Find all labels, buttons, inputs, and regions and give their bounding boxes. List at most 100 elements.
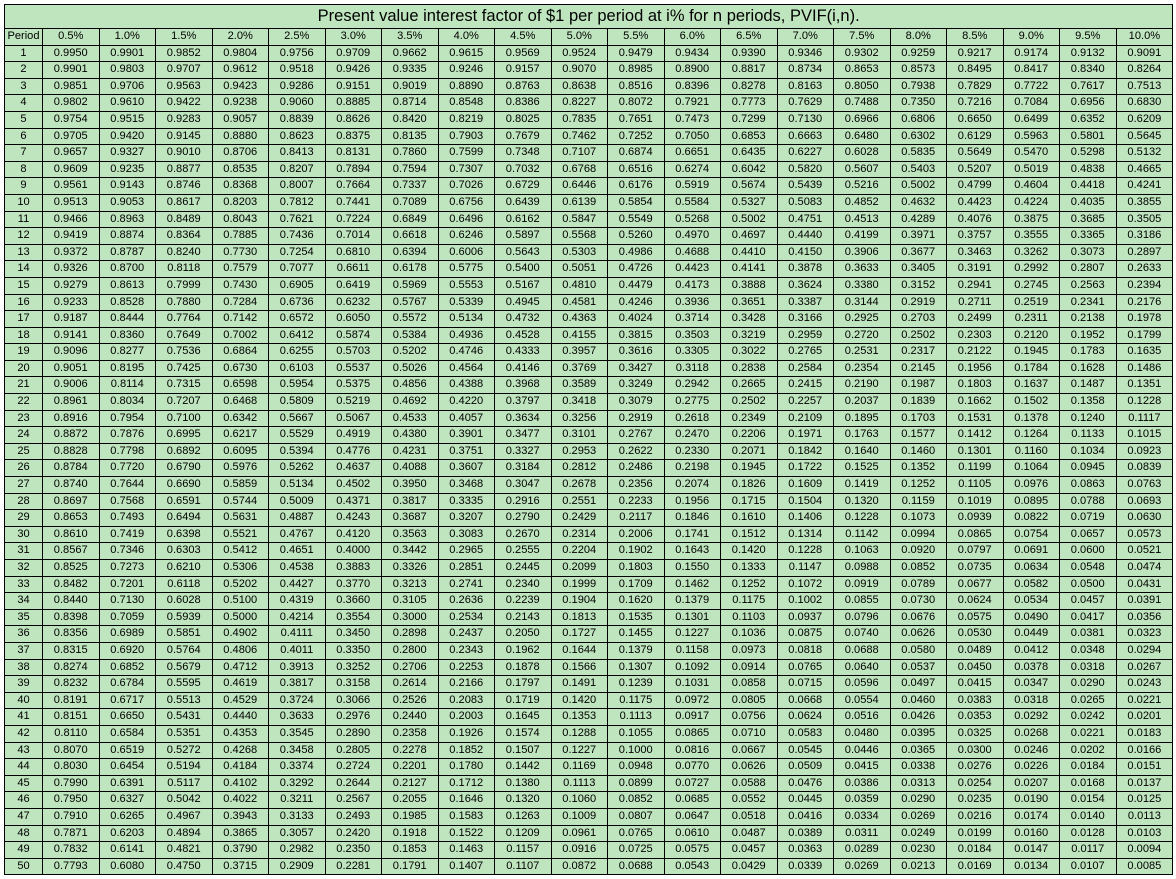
period-cell: 33: [5, 576, 43, 593]
value-cell: 0.3219: [721, 327, 778, 344]
value-cell: 0.1000: [608, 742, 665, 759]
value-cell: 0.2670: [495, 526, 552, 543]
value-cell: 0.2812: [551, 460, 608, 477]
value-cell: 0.0763: [1116, 477, 1173, 494]
value-cell: 0.1566: [551, 659, 608, 676]
value-cell: 0.5667: [269, 410, 326, 427]
value-cell: 0.1159: [890, 493, 947, 510]
value-cell: 0.1063: [834, 543, 891, 560]
value-cell: 0.5384: [382, 327, 439, 344]
value-cell: 0.1971: [777, 427, 834, 444]
value-cell: 0.1640: [834, 443, 891, 460]
value-cell: 0.8734: [777, 62, 834, 79]
value-cell: 0.1358: [1060, 394, 1117, 411]
value-cell: 0.6178: [382, 261, 439, 278]
value-cell: 0.3326: [382, 560, 439, 577]
value-cell: 0.5470: [1003, 145, 1060, 162]
value-cell: 0.6232: [325, 294, 382, 311]
value-cell: 0.2358: [382, 725, 439, 742]
period-cell: 39: [5, 676, 43, 693]
value-cell: 0.0600: [1060, 543, 1117, 560]
value-cell: 0.0719: [1060, 510, 1117, 527]
value-cell: 0.6480: [834, 128, 891, 145]
value-cell: 0.6209: [1116, 111, 1173, 128]
value-cell: 0.1379: [664, 593, 721, 610]
value-cell: 0.3374: [269, 759, 326, 776]
value-cell: 0.6303: [156, 543, 213, 560]
value-cell: 0.5859: [212, 477, 269, 494]
value-cell: 0.2724: [325, 759, 382, 776]
value-cell: 0.7077: [269, 261, 326, 278]
period-cell: 32: [5, 560, 43, 577]
period-cell: 36: [5, 626, 43, 643]
value-cell: 0.3724: [269, 692, 326, 709]
value-cell: 0.1491: [551, 676, 608, 693]
value-cell: 0.3350: [325, 642, 382, 659]
value-cell: 0.2083: [438, 692, 495, 709]
value-cell: 0.1002: [777, 593, 834, 610]
value-cell: 0.3503: [664, 327, 721, 344]
value-cell: 0.7894: [325, 161, 382, 178]
value-cell: 0.7346: [99, 543, 156, 560]
value-cell: 0.4651: [269, 543, 326, 560]
value-cell: 0.1531: [947, 410, 1004, 427]
value-cell: 0.2099: [551, 560, 608, 577]
value-cell: 0.3207: [438, 510, 495, 527]
value-cell: 0.3790: [212, 842, 269, 859]
value-cell: 0.1036: [721, 626, 778, 643]
period-cell: 27: [5, 477, 43, 494]
value-cell: 0.8072: [608, 95, 665, 112]
value-cell: 0.0976: [1003, 477, 1060, 494]
value-cell: 0.0730: [890, 593, 947, 610]
rate-header: 10.0%: [1116, 29, 1173, 46]
value-cell: 0.8877: [156, 161, 213, 178]
value-cell: 0.9802: [43, 95, 100, 112]
value-cell: 0.8567: [43, 543, 100, 560]
value-cell: 0.5134: [269, 477, 326, 494]
value-cell: 0.1878: [495, 659, 552, 676]
value-cell: 0.0267: [1116, 659, 1173, 676]
rate-header: 4.5%: [495, 29, 552, 46]
value-cell: 0.4243: [325, 510, 382, 527]
value-cell: 0.9057: [212, 111, 269, 128]
value-cell: 0.8653: [834, 62, 891, 79]
value-cell: 0.3687: [382, 510, 439, 527]
value-cell: 0.7419: [99, 526, 156, 543]
value-cell: 0.4440: [212, 709, 269, 726]
value-cell: 0.0543: [664, 858, 721, 875]
value-cell: 0.8700: [99, 261, 156, 278]
value-cell: 0.3888: [721, 277, 778, 294]
table-row: 390.82320.67840.55950.46190.38170.31580.…: [5, 676, 1173, 693]
value-cell: 0.0391: [1116, 593, 1173, 610]
value-cell: 0.2531: [834, 344, 891, 361]
value-cell: 0.6255: [269, 344, 326, 361]
value-cell: 0.6810: [325, 244, 382, 261]
value-cell: 0.9390: [721, 45, 778, 62]
value-cell: 0.0117: [1060, 842, 1117, 859]
value-cell: 0.0169: [947, 858, 1004, 875]
value-cell: 0.3213: [382, 576, 439, 593]
value-cell: 0.9096: [43, 344, 100, 361]
value-cell: 0.0688: [834, 642, 891, 659]
value-cell: 0.0221: [1116, 692, 1173, 709]
value-cell: 0.0872: [551, 858, 608, 875]
value-cell: 0.0249: [890, 825, 947, 842]
value-cell: 0.0201: [1116, 709, 1173, 726]
value-cell: 0.0474: [1116, 560, 1173, 577]
value-cell: 0.7880: [156, 294, 213, 311]
value-cell: 0.9426: [325, 62, 382, 79]
value-cell: 0.1105: [947, 477, 1004, 494]
value-cell: 0.6499: [1003, 111, 1060, 128]
value-cell: 0.8626: [325, 111, 382, 128]
value-cell: 0.0151: [1116, 759, 1173, 776]
table-row: 180.91410.83600.76490.70020.64120.58740.…: [5, 327, 1173, 344]
value-cell: 0.3079: [608, 394, 665, 411]
value-cell: 0.1420: [721, 543, 778, 560]
period-cell: 4: [5, 95, 43, 112]
value-cell: 0.4146: [495, 360, 552, 377]
value-cell: 0.7812: [269, 194, 326, 211]
table-row: 210.90060.81140.73150.65980.59540.53750.…: [5, 377, 1173, 394]
value-cell: 0.0972: [664, 692, 721, 709]
value-cell: 0.7430: [212, 277, 269, 294]
value-cell: 0.3634: [495, 410, 552, 427]
